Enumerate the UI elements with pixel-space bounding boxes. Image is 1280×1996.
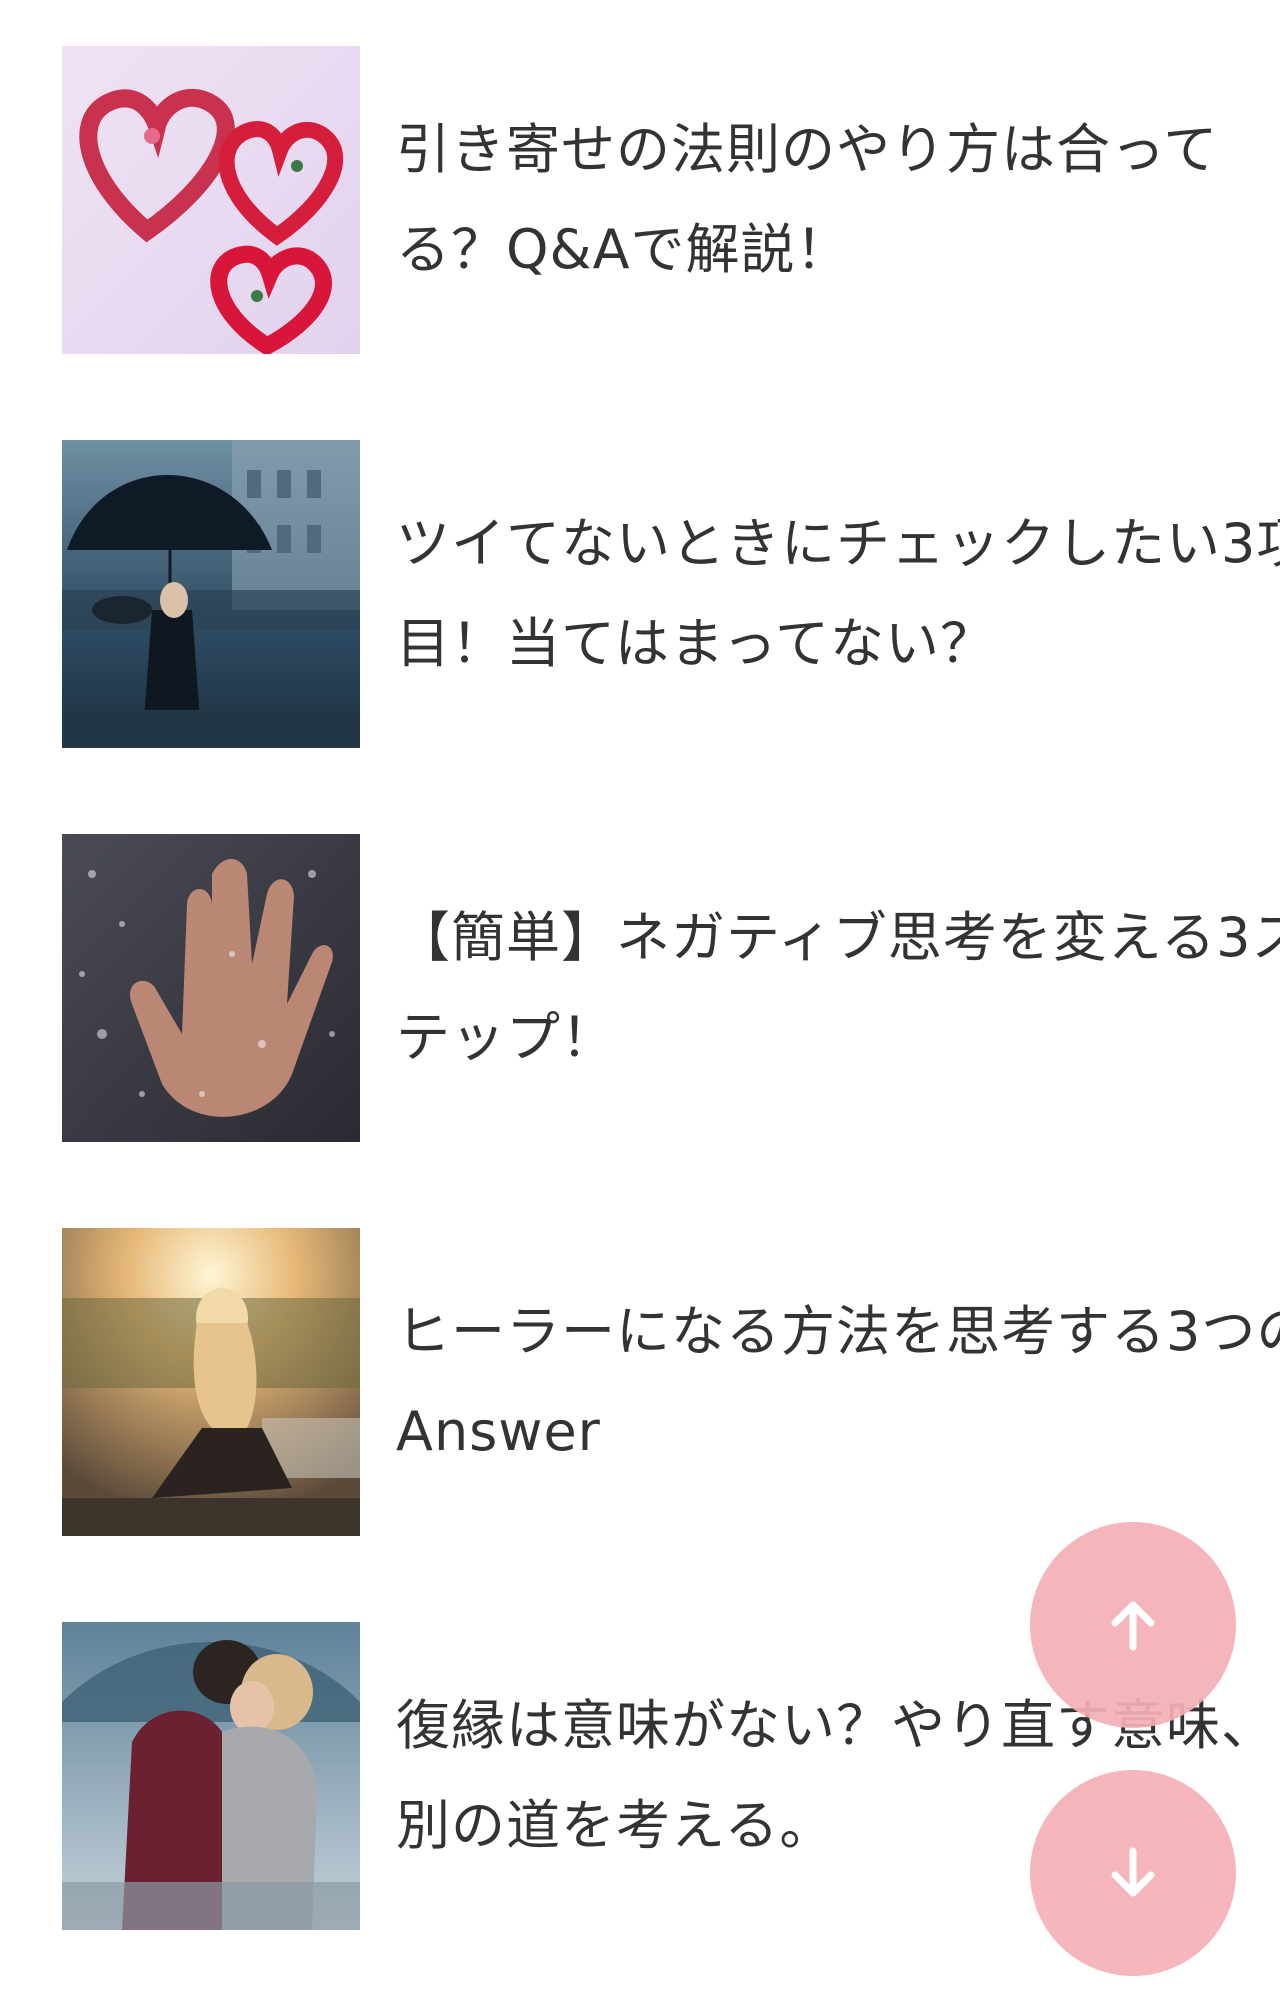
umbrella-rain-image[interactable] xyxy=(62,440,360,748)
article-title[interactable]: 【簡単】ネガティブ思考を変える3ステップ！ xyxy=(396,834,1280,1142)
sunset-woman-image[interactable] xyxy=(62,1228,360,1536)
article-title[interactable]: ヒーラーになる方法を思考する3つのAnswer xyxy=(396,1228,1280,1536)
article-item-4[interactable]: ヒーラーになる方法を思考する3つのAnswer xyxy=(62,1228,1280,1536)
arrow-down-icon xyxy=(1111,1847,1155,1897)
heart-wreath-image[interactable] xyxy=(62,46,360,354)
article-title[interactable]: ツイてないときにチェックしたい3項目！当てはまってない？ xyxy=(396,440,1280,748)
article-title[interactable]: 引き寄せの法則のやり方は合ってる？Q&Aで解説！ xyxy=(396,46,1280,354)
couple-embrace-image[interactable] xyxy=(62,1622,360,1930)
scroll-to-bottom-button[interactable] xyxy=(1030,1770,1236,1976)
article-item-1[interactable]: 引き寄せの法則のやり方は合ってる？Q&Aで解説！ xyxy=(62,46,1262,354)
article-item-2[interactable]: ツイてないときにチェックしたい3項目！当てはまってない？ xyxy=(62,440,1280,748)
scroll-to-top-button[interactable] xyxy=(1030,1522,1236,1728)
arrow-up-icon xyxy=(1111,1601,1155,1651)
hand-on-rainy-glass-image[interactable] xyxy=(62,834,360,1142)
article-item-3[interactable]: 【簡単】ネガティブ思考を変える3ステップ！ xyxy=(62,834,1280,1142)
